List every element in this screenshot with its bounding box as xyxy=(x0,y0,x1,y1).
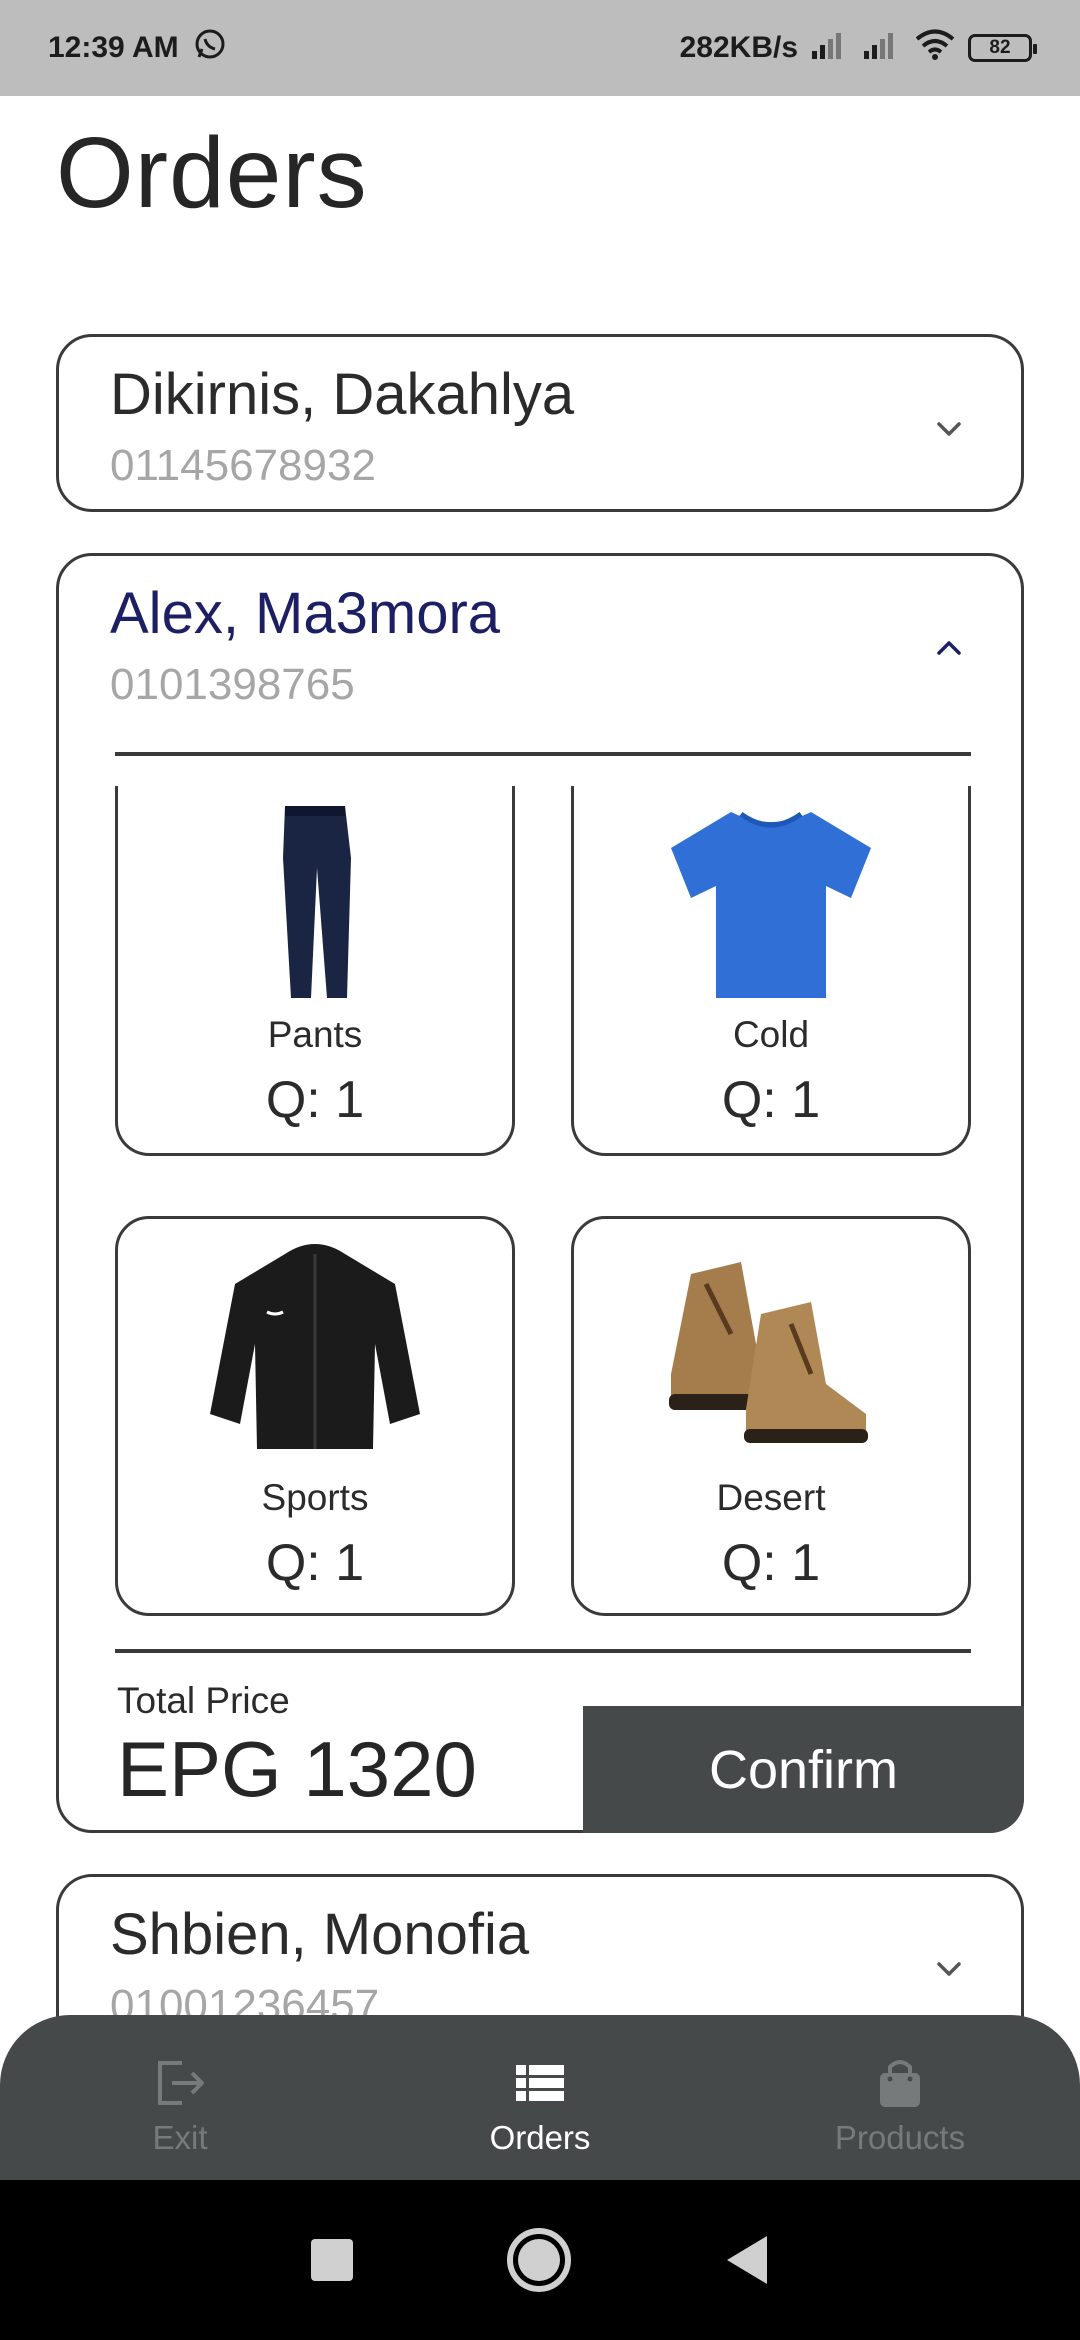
nav-label: Orders xyxy=(489,2119,591,2156)
divider xyxy=(115,752,971,756)
order-item-card: Desert Q: 1 xyxy=(571,1216,971,1616)
item-name: Sports xyxy=(261,1477,369,1518)
back-icon[interactable] xyxy=(723,2234,771,2286)
item-name: Desert xyxy=(716,1477,826,1518)
nav-item-exit[interactable]: Exit xyxy=(0,2015,360,2180)
chevron-up-icon[interactable] xyxy=(933,632,965,664)
order-location: Shbien, Monofia xyxy=(110,1902,530,1967)
logout-icon xyxy=(152,2055,208,2111)
battery-level: 82 xyxy=(989,37,1011,58)
status-right: 282KB/s 82 xyxy=(679,28,1037,68)
order-phone: 01145678932 xyxy=(110,441,376,490)
total-price-label: Total Price xyxy=(117,1680,290,1721)
wifi-icon xyxy=(914,28,956,68)
chevron-down-icon[interactable] xyxy=(933,1953,965,1985)
order-phone: 0101398765 xyxy=(110,660,355,709)
item-quantity: Q: 1 xyxy=(265,1071,365,1129)
item-quantity: Q: 1 xyxy=(721,1071,821,1129)
nav-item-orders[interactable]: Orders xyxy=(360,2015,720,2180)
status-time: 12:39 AM xyxy=(48,31,179,64)
nav-label: Exit xyxy=(152,2119,208,2156)
status-bar: 12:39 AM 282KB/s 82 xyxy=(0,0,1080,96)
signal-icon xyxy=(810,29,850,67)
home-icon[interactable] xyxy=(505,2226,573,2294)
net-speed: 282KB/s xyxy=(679,31,798,64)
item-quantity: Q: 1 xyxy=(265,1534,365,1592)
item-name: Cold xyxy=(732,1014,810,1055)
order-card-expanded[interactable]: Alex, Ma3mora 0101398765 Pants Q: 1 Cold… xyxy=(56,553,1024,1833)
boots-image xyxy=(661,1239,881,1449)
confirm-button[interactable]: Confirm xyxy=(583,1706,1024,1833)
order-item-card: Sports Q: 1 xyxy=(115,1216,515,1616)
item-name: Pants xyxy=(267,1014,363,1055)
nav-item-products[interactable]: Products xyxy=(720,2015,1080,2180)
recents-icon[interactable] xyxy=(309,2237,355,2283)
total-price-value: EPG 1320 xyxy=(117,1725,477,1813)
list-icon xyxy=(512,2055,568,2111)
nav-label: Products xyxy=(834,2119,966,2156)
signal-icon xyxy=(862,29,902,67)
order-location: Dikirnis, Dakahlya xyxy=(110,362,575,427)
page-title: Orders xyxy=(56,117,368,229)
pants-image xyxy=(205,798,425,1008)
chevron-down-icon[interactable] xyxy=(933,413,965,445)
order-card[interactable]: Dikirnis, Dakahlya 01145678932 xyxy=(56,334,1024,512)
order-item-card: Cold Q: 1 xyxy=(571,786,971,1156)
system-navigation-bar xyxy=(0,2180,1080,2340)
status-left: 12:39 AM xyxy=(48,27,227,69)
battery-icon: 82 xyxy=(968,34,1037,62)
tshirt-image xyxy=(661,798,881,1008)
bottom-navigation: Exit Orders Products xyxy=(0,2015,1080,2180)
order-item-card: Pants Q: 1 xyxy=(115,786,515,1156)
item-quantity: Q: 1 xyxy=(721,1534,821,1592)
divider xyxy=(115,1649,971,1653)
jacket-image xyxy=(205,1239,425,1449)
order-location: Alex, Ma3mora xyxy=(110,581,501,646)
shopping-bag-icon xyxy=(872,2055,928,2111)
whatsapp-icon xyxy=(193,27,227,69)
